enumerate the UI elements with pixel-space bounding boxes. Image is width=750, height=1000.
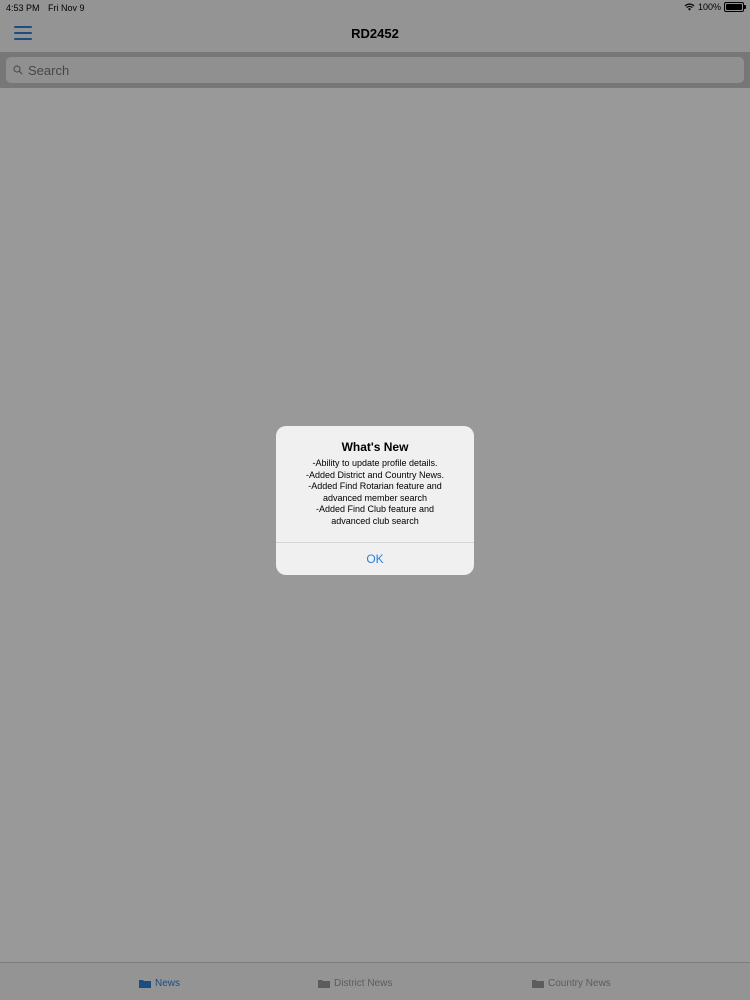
alert-line: -Added District and Country News. <box>305 469 445 480</box>
alert-line: -Ability to update profile details. <box>312 458 438 468</box>
alert-title: What's New <box>341 440 409 454</box>
whats-new-alert: What's New -Ability to update profile de… <box>276 426 474 575</box>
alert-line: -Added Find Club feature and <box>315 504 435 515</box>
ok-button[interactable]: OK <box>276 543 474 575</box>
alert-line: -Added Find Rotarian feature and <box>308 481 442 492</box>
alert-line: advanced member search <box>322 492 428 503</box>
alert-message: -Ability to update profile details. -Add… <box>284 458 466 528</box>
alert-line: advanced club search <box>331 515 419 526</box>
